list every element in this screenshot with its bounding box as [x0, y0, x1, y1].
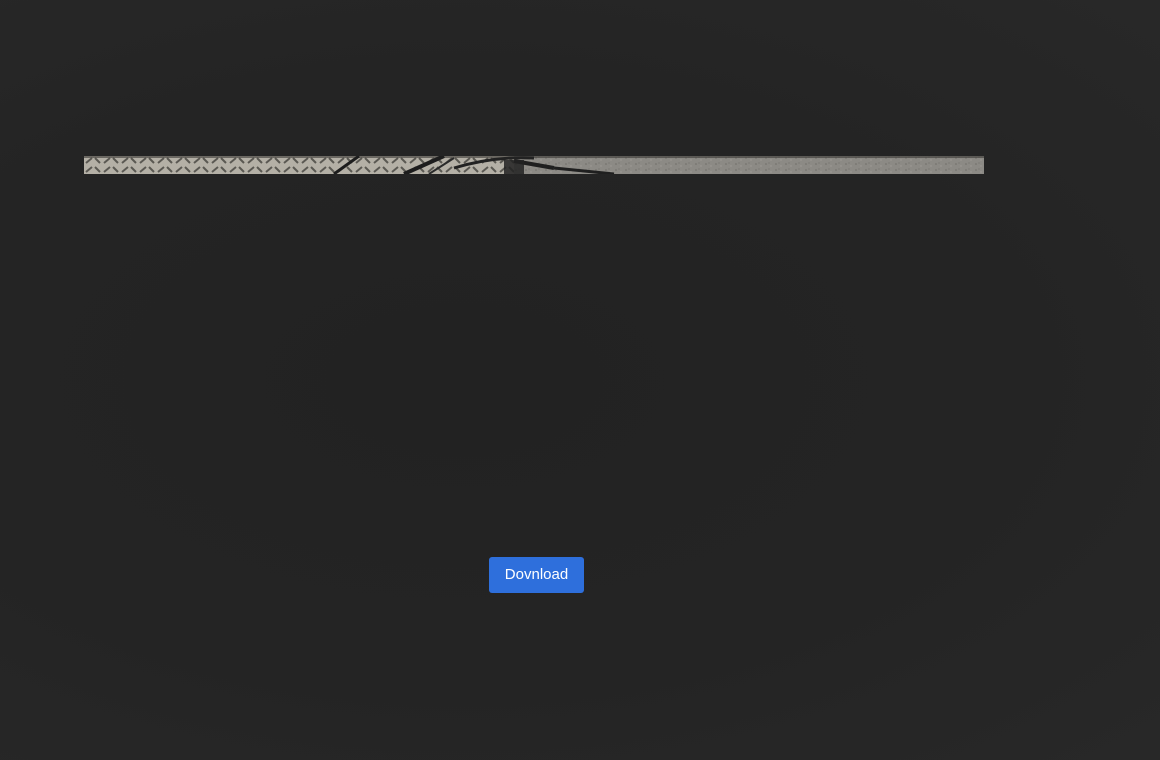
photo-preview-icon [84, 156, 984, 174]
download-page: Dovnload [0, 0, 1160, 760]
download-button[interactable]: Dovnload [489, 557, 584, 593]
image-preview [84, 156, 984, 174]
